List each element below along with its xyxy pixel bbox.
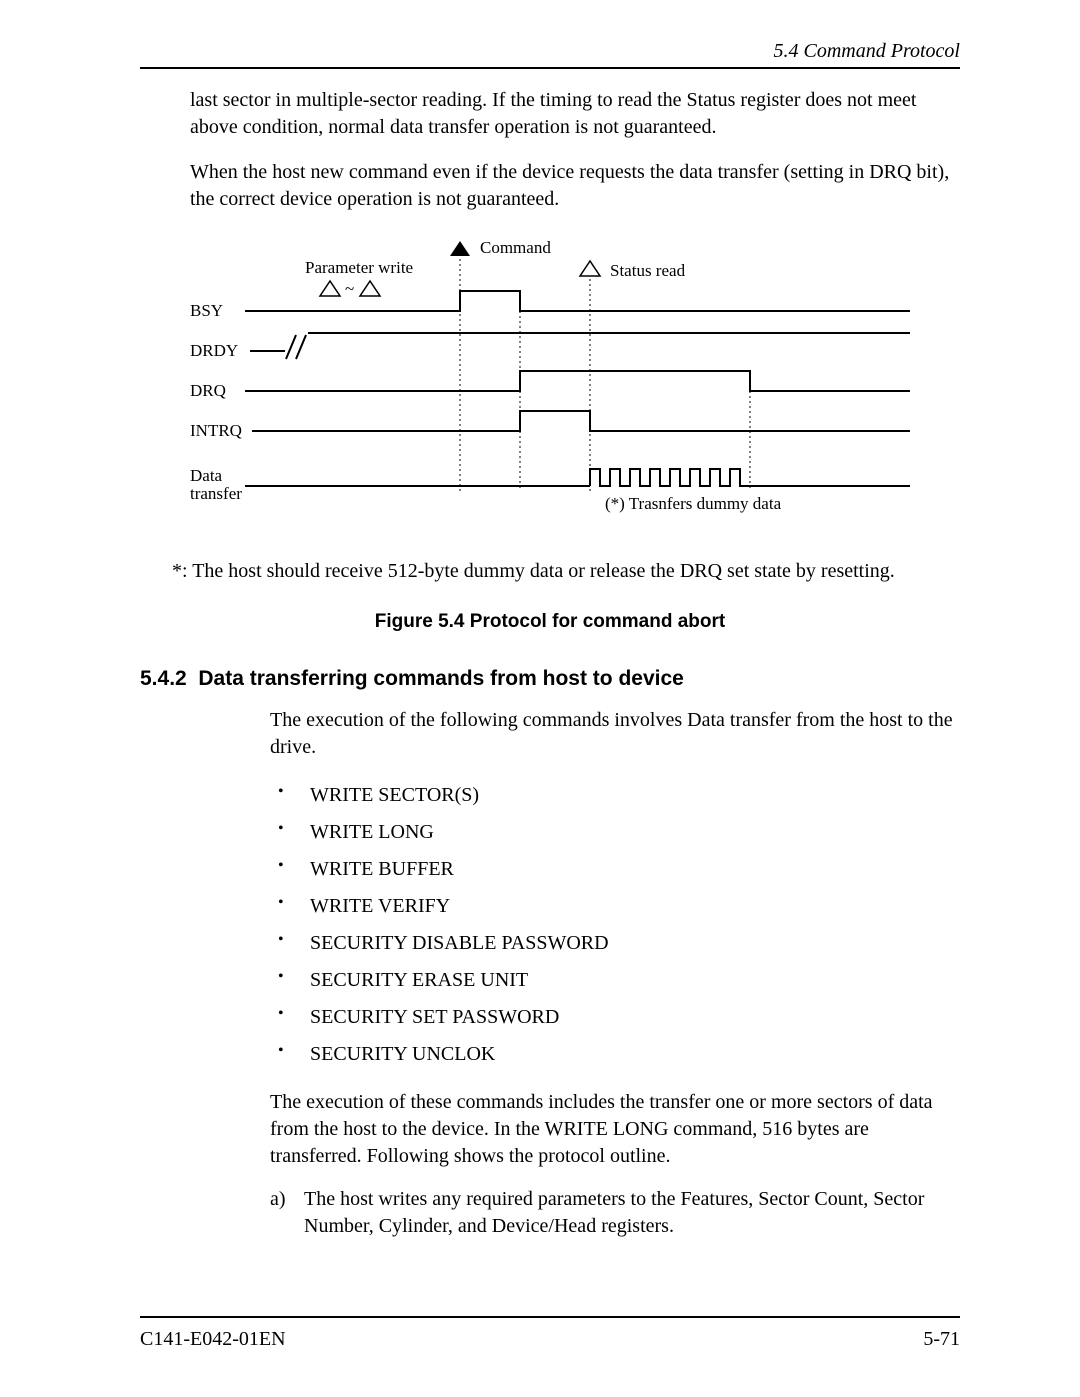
svg-text:~: ~ <box>345 279 354 298</box>
page-number: 5-71 <box>923 1328 960 1351</box>
doc-id: C141-E042-01EN <box>140 1328 286 1351</box>
step-marker: a) <box>270 1186 286 1213</box>
subsection-heading: 5.4.2 Data transferring commands from ho… <box>140 667 960 691</box>
footnote: *: The host should receive 512-byte dumm… <box>172 560 960 583</box>
diagram-label-drq: DRQ <box>190 381 226 400</box>
header-rule <box>140 67 960 69</box>
paragraph: The execution of these commands includes… <box>270 1089 960 1170</box>
diagram-label-status: Status read <box>610 261 686 280</box>
list-item: WRITE SECTOR(S) <box>270 777 960 814</box>
section-body: The execution of the following commands … <box>270 707 960 1240</box>
timing-diagram: Command Parameter write ~ Status read BS… <box>190 231 960 546</box>
list-item: WRITE VERIFY <box>270 888 960 925</box>
figure-caption: Figure 5.4 Protocol for command abort <box>140 611 960 633</box>
list-item: SECURITY UNCLOK <box>270 1036 960 1073</box>
diagram-label-data2: transfer <box>190 484 242 503</box>
subsection-number: 5.4.2 <box>140 667 187 690</box>
running-header: 5.4 Command Protocol <box>140 40 960 63</box>
diagram-label-command: Command <box>480 238 551 257</box>
diagram-label-bsy: BSY <box>190 301 223 320</box>
paragraph: last sector in multiple-sector reading. … <box>190 87 960 141</box>
list-item: SECURITY ERASE UNIT <box>270 962 960 999</box>
diagram-label-data1: Data <box>190 466 223 485</box>
list-item: WRITE BUFFER <box>270 851 960 888</box>
step-text: The host writes any required parameters … <box>304 1188 924 1237</box>
diagram-label-param: Parameter write <box>305 258 413 277</box>
step-a: a) The host writes any required paramete… <box>270 1186 960 1240</box>
command-list: WRITE SECTOR(S) WRITE LONG WRITE BUFFER … <box>270 777 960 1073</box>
list-item: WRITE LONG <box>270 814 960 851</box>
list-item: SECURITY DISABLE PASSWORD <box>270 925 960 962</box>
subsection-title: Data transferring commands from host to … <box>198 667 683 690</box>
diagram-label-intrq: INTRQ <box>190 421 242 440</box>
diagram-label-dummy: (*) Trasnfers dummy data <box>605 494 782 513</box>
intro-paragraph: The execution of the following commands … <box>270 707 960 761</box>
paragraph: When the host new command even if the de… <box>190 159 960 213</box>
list-item: SECURITY SET PASSWORD <box>270 999 960 1036</box>
page: 5.4 Command Protocol last sector in mult… <box>0 0 1080 1397</box>
page-footer: C141-E042-01EN 5-71 <box>140 1316 960 1351</box>
diagram-label-drdy: DRDY <box>190 341 238 360</box>
footer-rule <box>140 1316 960 1318</box>
